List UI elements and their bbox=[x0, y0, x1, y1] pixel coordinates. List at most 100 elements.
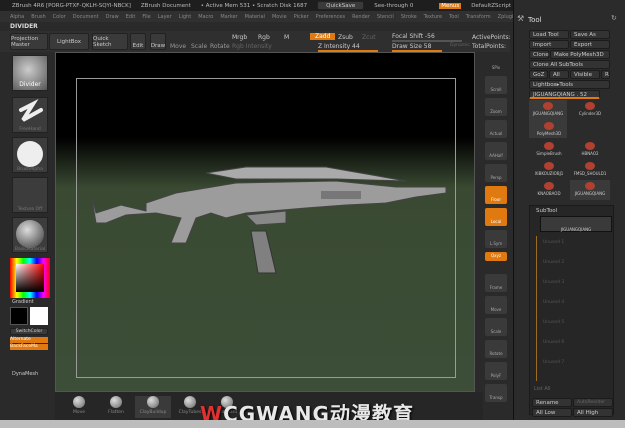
shelf-lsym[interactable]: L.Sym bbox=[485, 230, 507, 248]
lightbox-tools-button[interactable]: Lightbox▸Tools bbox=[529, 80, 610, 89]
lightbox-button[interactable]: LightBox bbox=[49, 33, 89, 50]
move-button[interactable]: Move bbox=[170, 43, 186, 50]
subtool-slot[interactable]: Unused 4 bbox=[543, 300, 564, 305]
shelf-qxyz[interactable]: Qxyz bbox=[485, 252, 507, 261]
shelf-move[interactable]: Move bbox=[485, 296, 507, 314]
scale-button[interactable]: Scale bbox=[191, 43, 207, 50]
make-polymesh-button[interactable]: Make PolyMesh3D bbox=[550, 50, 610, 59]
clone-button[interactable]: Clone bbox=[529, 50, 549, 59]
dynamic-button[interactable]: Dynamic bbox=[450, 43, 470, 48]
alpha-button[interactable]: BrushAlpha bbox=[12, 137, 48, 173]
stroke-button[interactable]: FreeHand bbox=[12, 97, 48, 133]
current-tool-slider[interactable]: JIGUANGQIANG . 52 bbox=[529, 90, 600, 99]
draw-size-slider[interactable]: Draw Size 58 bbox=[392, 43, 442, 52]
tool-thumb[interactable]: HBNAO2 bbox=[570, 140, 610, 160]
clone-all-subtools-button[interactable]: Clone All SubTools bbox=[529, 60, 610, 69]
zcut-button[interactable]: Zcut bbox=[362, 34, 376, 41]
tool-title[interactable]: Tool bbox=[528, 16, 542, 24]
load-tool-button[interactable]: Load Tool bbox=[529, 30, 569, 39]
shelf-local[interactable]: Local bbox=[485, 208, 507, 226]
save-as-button[interactable]: Save As bbox=[570, 30, 610, 39]
menu-tool[interactable]: Tool bbox=[449, 14, 459, 20]
color-picker[interactable] bbox=[10, 258, 50, 298]
shelf-actual[interactable]: Actual bbox=[485, 120, 507, 138]
menu-edit[interactable]: Edit bbox=[126, 14, 136, 20]
subtool-slot[interactable]: Unused 5 bbox=[543, 320, 564, 325]
dynamesh-button[interactable]: DynaMesh bbox=[12, 371, 38, 377]
subtool-slot[interactable]: Unused 7 bbox=[543, 360, 564, 365]
mrgb-button[interactable]: Mrgb bbox=[232, 34, 247, 41]
backface-button[interactable]: BackFaceMa bbox=[10, 344, 48, 350]
all-button[interactable]: All bbox=[549, 70, 569, 79]
subtool-slot[interactable]: Unused 1 bbox=[543, 240, 564, 245]
menu-alpha[interactable]: Alpha bbox=[10, 14, 24, 20]
brush-claybuildup[interactable]: ClayBuildup bbox=[135, 396, 171, 418]
subtool-slot[interactable]: Unused 6 bbox=[543, 340, 564, 345]
shelf-zoom[interactable]: Zoom bbox=[485, 98, 507, 116]
tool-thumb[interactable]: KNAOBAOD bbox=[529, 180, 569, 200]
tool-thumb[interactable]: SimpleBrush bbox=[529, 140, 569, 160]
seethrough-slider[interactable]: See-through 0 bbox=[374, 3, 429, 9]
subtool-slot[interactable]: Unused 2 bbox=[543, 260, 564, 265]
zadd-button[interactable]: Zadd bbox=[310, 33, 336, 40]
texture-button[interactable]: Texture Off bbox=[12, 177, 48, 213]
menu-marker[interactable]: Marker bbox=[220, 14, 237, 20]
tool-thumb[interactable]: JIGUANGQIANG bbox=[570, 180, 610, 200]
subtool-slot[interactable]: Unused 3 bbox=[543, 280, 564, 285]
shelf-floor[interactable]: Floor bbox=[485, 186, 507, 204]
edit-button[interactable]: Edit bbox=[130, 33, 146, 50]
rgb-button[interactable]: Rgb bbox=[258, 34, 270, 41]
subtool-title[interactable]: SubTool bbox=[530, 206, 613, 216]
draw-button[interactable]: Draw bbox=[150, 33, 166, 50]
z-intensity-slider[interactable]: Z Intensity 44 bbox=[318, 43, 378, 52]
menus-button[interactable]: Menus bbox=[439, 2, 462, 9]
menu-movie[interactable]: Movie bbox=[272, 14, 287, 20]
rotate-palette-icon[interactable]: ↻ bbox=[611, 14, 617, 22]
goz-button[interactable]: GoZ bbox=[529, 70, 548, 79]
rename-button[interactable]: Rename bbox=[532, 398, 572, 407]
shelf-polyf[interactable]: PolyF bbox=[485, 362, 507, 380]
brush-button[interactable]: Divider bbox=[12, 55, 48, 91]
visible-button[interactable]: Visible bbox=[570, 70, 600, 79]
quick-sketch-button[interactable]: Quick Sketch bbox=[92, 33, 128, 50]
secondary-color-swatch[interactable] bbox=[30, 307, 48, 325]
focal-shift-slider[interactable]: Focal Shift -56 bbox=[392, 33, 462, 42]
menu-brush[interactable]: Brush bbox=[31, 14, 45, 20]
list-all-button[interactable]: List All bbox=[534, 386, 551, 392]
quicksave-button[interactable]: QuickSave bbox=[317, 1, 365, 10]
menu-preferences[interactable]: Preferences bbox=[316, 14, 345, 20]
shelf-spix[interactable]: SPix bbox=[485, 54, 507, 72]
subtool-active[interactable]: JIGUANGQIANG bbox=[540, 216, 612, 232]
menu-color[interactable]: Color bbox=[53, 14, 66, 20]
m-button[interactable]: M bbox=[284, 34, 289, 41]
autoreorder-button[interactable]: AutoReorder bbox=[573, 398, 613, 407]
switchcolor-button[interactable]: SwitchColor bbox=[10, 328, 48, 335]
shelf-rotate[interactable]: Rotate bbox=[485, 340, 507, 358]
menu-picker[interactable]: Picker bbox=[294, 14, 309, 20]
alternate-button[interactable]: Alternate bbox=[10, 337, 48, 343]
menu-stroke[interactable]: Stroke bbox=[401, 14, 417, 20]
projection-master-button[interactable]: Projection Master bbox=[10, 33, 48, 50]
menu-transform[interactable]: Transform bbox=[466, 14, 491, 20]
tool-thumb[interactable]: Cylinder3D bbox=[570, 100, 610, 120]
all-high-button[interactable]: All High bbox=[573, 408, 613, 417]
brush-move[interactable]: Move bbox=[61, 396, 97, 418]
menu-stencil[interactable]: Stencil bbox=[377, 14, 394, 20]
canvas-viewport[interactable] bbox=[55, 52, 475, 392]
menu-material[interactable]: Material bbox=[245, 14, 265, 20]
menu-document[interactable]: Document bbox=[73, 14, 99, 20]
main-color-swatch[interactable] bbox=[10, 307, 28, 325]
import-button[interactable]: Import bbox=[529, 40, 569, 49]
tool-thumb[interactable]: FMSD_SHOULD1 bbox=[570, 160, 610, 180]
shelf-aahalf[interactable]: AAHalf bbox=[485, 142, 507, 160]
brush-flatten[interactable]: Flatten bbox=[98, 396, 134, 418]
material-button[interactable]: BasicMaterial bbox=[12, 217, 48, 253]
shelf-scroll[interactable]: Scroll bbox=[485, 76, 507, 94]
export-button[interactable]: Export bbox=[570, 40, 610, 49]
rotate-button[interactable]: Rotate bbox=[210, 43, 230, 50]
shelf-scale[interactable]: Scale bbox=[485, 318, 507, 336]
menu-file[interactable]: File bbox=[142, 14, 150, 20]
gradient-label[interactable]: Gradient bbox=[12, 299, 34, 305]
r-button[interactable]: R bbox=[601, 70, 610, 79]
tool-thumb[interactable]: PolyMesh3D bbox=[529, 120, 569, 140]
